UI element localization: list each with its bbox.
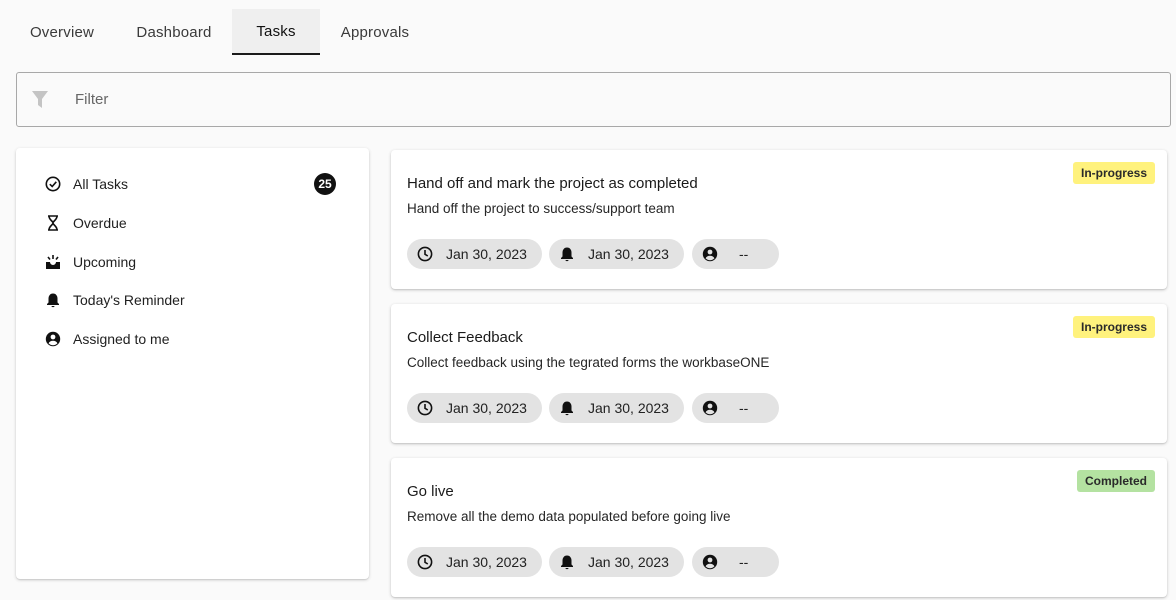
sidebar-item-overdue[interactable]: Overdue [44, 211, 344, 235]
task-card[interactable]: In-progress Hand off and mark the projec… [391, 150, 1167, 289]
tab-dashboard[interactable]: Dashboard [116, 9, 232, 55]
task-description: Remove all the demo data populated befor… [407, 509, 731, 524]
assignee-name: -- [739, 554, 749, 570]
upcoming-icon [44, 253, 62, 271]
reminder-chip[interactable]: Jan 30, 2023 [549, 547, 684, 577]
due-date-chip[interactable]: Jan 30, 2023 [407, 393, 542, 423]
assignee-chip[interactable]: -- [692, 547, 779, 577]
hourglass-icon [44, 214, 62, 232]
status-badge: In-progress [1072, 316, 1155, 338]
sidebar-item-label: Today's Reminder [73, 292, 185, 308]
due-date: Jan 30, 2023 [446, 246, 527, 262]
account-circle-icon [702, 400, 718, 416]
clock-icon [417, 246, 433, 262]
assignee-name: -- [739, 400, 749, 416]
sidebar-item-all-tasks[interactable]: All Tasks 25 [44, 172, 344, 196]
assignee-chip[interactable]: -- [692, 239, 779, 269]
tab-bar: Overview Dashboard Tasks Approvals [8, 9, 430, 55]
filter-bar [16, 72, 1171, 127]
reminder-date: Jan 30, 2023 [588, 400, 669, 416]
assignee-chip[interactable]: -- [692, 393, 779, 423]
bell-icon [559, 554, 575, 570]
account-circle-icon [44, 330, 62, 348]
bell-icon [559, 246, 575, 262]
bell-icon [44, 291, 62, 309]
tab-overview[interactable]: Overview [8, 9, 116, 55]
sidebar-item-assigned-to-me[interactable]: Assigned to me [44, 327, 344, 351]
task-description: Hand off the project to success/support … [407, 201, 675, 216]
task-card[interactable]: In-progress Collect Feedback Collect fee… [391, 304, 1167, 443]
reminder-date: Jan 30, 2023 [588, 246, 669, 262]
sidebar-item-label: Assigned to me [73, 331, 170, 347]
bell-icon [559, 400, 575, 416]
clock-icon [417, 400, 433, 416]
reminder-chip[interactable]: Jan 30, 2023 [549, 393, 684, 423]
sidebar-item-upcoming[interactable]: Upcoming [44, 250, 344, 274]
task-title: Collect Feedback [407, 329, 523, 346]
sidebar-item-label: All Tasks [73, 176, 128, 192]
reminder-chip[interactable]: Jan 30, 2023 [549, 239, 684, 269]
filter-icon [17, 73, 63, 126]
task-card[interactable]: Completed Go live Remove all the demo da… [391, 458, 1167, 597]
task-category-sidebar: All Tasks 25 Overdue Upcoming Today's Re… [16, 148, 369, 579]
sidebar-item-label: Upcoming [73, 254, 137, 270]
due-date: Jan 30, 2023 [446, 400, 527, 416]
task-description: Collect feedback using the tegrated form… [407, 355, 770, 370]
sidebar-item-todays-reminder[interactable]: Today's Reminder [44, 288, 344, 312]
due-date-chip[interactable]: Jan 30, 2023 [407, 239, 542, 269]
filter-input[interactable] [75, 91, 975, 108]
assignee-name: -- [739, 246, 749, 262]
sidebar-item-label: Overdue [73, 215, 127, 231]
tab-approvals[interactable]: Approvals [320, 9, 430, 55]
status-badge: In-progress [1072, 162, 1155, 184]
check-circle-icon [44, 175, 62, 193]
tab-tasks[interactable]: Tasks [232, 9, 320, 55]
task-title: Hand off and mark the project as complet… [407, 175, 698, 192]
clock-icon [417, 554, 433, 570]
account-circle-icon [702, 554, 718, 570]
account-circle-icon [702, 246, 718, 262]
status-badge: Completed [1076, 470, 1155, 492]
task-title: Go live [407, 483, 454, 500]
reminder-date: Jan 30, 2023 [588, 554, 669, 570]
task-count-badge: 25 [314, 173, 336, 195]
due-date: Jan 30, 2023 [446, 554, 527, 570]
due-date-chip[interactable]: Jan 30, 2023 [407, 547, 542, 577]
